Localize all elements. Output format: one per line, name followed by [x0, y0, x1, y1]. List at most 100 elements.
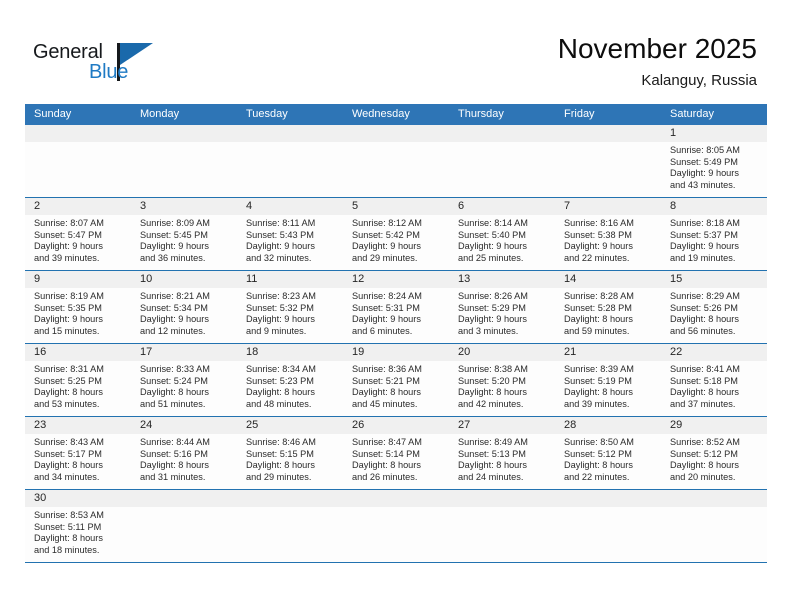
day-cell[interactable]: 27 Sunrise: 8:49 AM Sunset: 5:13 PM Dayligh…	[449, 417, 555, 489]
sunset-text: Sunset: 5:32 PM	[246, 302, 314, 313]
day-cell[interactable]: 1 Sunrise: 8:05 AM Sunset: 5:49 PM Daylight…	[661, 125, 767, 197]
day-cell[interactable]: 24 Sunrise: 8:44 AM Sunset: 5:16 PM Dayligh…	[131, 417, 237, 489]
day-cell[interactable]: 18 Sunrise: 8:34 AM Sunset: 5:23 PM Dayligh…	[237, 344, 343, 416]
day-info: Sunrise: 8:24 AM Sunset: 5:31 PM Daylight:…	[343, 288, 449, 342]
daylight-text: and 42 minutes.	[458, 398, 524, 409]
day-cell[interactable]: 20 Sunrise: 8:38 AM Sunset: 5:20 PM Dayligh…	[449, 344, 555, 416]
day-number: 7	[555, 198, 661, 215]
daylight-text: and 29 minutes.	[246, 471, 312, 482]
day-cell[interactable]: 13 Sunrise: 8:26 AM Sunset: 5:29 PM Dayligh…	[449, 271, 555, 343]
sunrise-text: Sunrise: 8:23 AM	[246, 291, 316, 301]
sunset-text: Sunset: 5:17 PM	[34, 448, 102, 459]
day-cell[interactable]: 8 Sunrise: 8:18 AM Sunset: 5:37 PM Daylight…	[661, 198, 767, 270]
day-cell-empty	[555, 125, 661, 197]
day-cell[interactable]: 10 Sunrise: 8:21 AM Sunset: 5:34 PM Dayligh…	[131, 271, 237, 343]
day-cell[interactable]: 7 Sunrise: 8:16 AM Sunset: 5:38 PM Daylight…	[555, 198, 661, 270]
sunset-text: Sunset: 5:42 PM	[352, 229, 420, 240]
day-cell[interactable]: 22 Sunrise: 8:41 AM Sunset: 5:18 PM Dayligh…	[661, 344, 767, 416]
week-row: 23 Sunrise: 8:43 AM Sunset: 5:17 PM Dayligh…	[25, 416, 767, 489]
day-number: 13	[449, 271, 555, 288]
day-info: Sunrise: 8:11 AM Sunset: 5:43 PM Daylight:…	[237, 215, 343, 269]
sunrise-text: Sunrise: 8:07 AM	[34, 218, 104, 228]
day-info: Sunrise: 8:26 AM Sunset: 5:29 PM Daylight:…	[449, 288, 555, 342]
sunset-text: Sunset: 5:23 PM	[246, 375, 314, 386]
day-cell[interactable]: 16 Sunrise: 8:31 AM Sunset: 5:25 PM Dayligh…	[25, 344, 131, 416]
sunrise-text: Sunrise: 8:43 AM	[34, 437, 104, 447]
daylight-text: Daylight: 8 hours	[564, 387, 633, 398]
sunset-text: Sunset: 5:38 PM	[564, 229, 632, 240]
day-info: Sunrise: 8:28 AM Sunset: 5:28 PM Daylight:…	[555, 288, 661, 342]
sunrise-text: Sunrise: 8:31 AM	[34, 364, 104, 374]
day-cell-empty	[131, 490, 237, 562]
sunset-text: Sunset: 5:12 PM	[670, 448, 738, 459]
day-cell[interactable]: 29 Sunrise: 8:52 AM Sunset: 5:12 PM Dayligh…	[661, 417, 767, 489]
daylight-text: and 53 minutes.	[34, 398, 100, 409]
daylight-text: and 56 minutes.	[670, 325, 736, 336]
day-number: 28	[555, 417, 661, 434]
page-subtitle: Kalanguy, Russia	[641, 72, 757, 89]
day-cell[interactable]: 26 Sunrise: 8:47 AM Sunset: 5:14 PM Dayligh…	[343, 417, 449, 489]
sunrise-text: Sunrise: 8:12 AM	[352, 218, 422, 228]
day-info: Sunrise: 8:50 AM Sunset: 5:12 PM Daylight:…	[555, 434, 661, 488]
day-cell[interactable]: 25 Sunrise: 8:46 AM Sunset: 5:15 PM Dayligh…	[237, 417, 343, 489]
day-number: 23	[25, 417, 131, 434]
day-cell[interactable]: 11 Sunrise: 8:23 AM Sunset: 5:32 PM Dayligh…	[237, 271, 343, 343]
day-number: 14	[555, 271, 661, 288]
daylight-text: and 36 minutes.	[140, 252, 206, 263]
daylight-text: Daylight: 9 hours	[670, 241, 739, 252]
day-cell[interactable]: 17 Sunrise: 8:33 AM Sunset: 5:24 PM Dayligh…	[131, 344, 237, 416]
day-info: Sunrise: 8:12 AM Sunset: 5:42 PM Daylight:…	[343, 215, 449, 269]
daylight-text: Daylight: 9 hours	[34, 314, 103, 325]
weekday-header-sunday: Sunday	[34, 108, 72, 120]
day-cell[interactable]: 2 Sunrise: 8:07 AM Sunset: 5:47 PM Daylight…	[25, 198, 131, 270]
daylight-text: Daylight: 8 hours	[140, 387, 209, 398]
day-cell[interactable]: 19 Sunrise: 8:36 AM Sunset: 5:21 PM Dayligh…	[343, 344, 449, 416]
sunset-text: Sunset: 5:37 PM	[670, 229, 738, 240]
day-info: Sunrise: 8:09 AM Sunset: 5:45 PM Daylight:…	[131, 215, 237, 269]
day-cell[interactable]: 21 Sunrise: 8:39 AM Sunset: 5:19 PM Dayligh…	[555, 344, 661, 416]
day-cell-empty	[25, 125, 131, 197]
day-cell[interactable]: 28 Sunrise: 8:50 AM Sunset: 5:12 PM Dayligh…	[555, 417, 661, 489]
day-info: Sunrise: 8:29 AM Sunset: 5:26 PM Daylight:…	[661, 288, 767, 342]
day-info: Sunrise: 8:39 AM Sunset: 5:19 PM Daylight:…	[555, 361, 661, 415]
day-cell[interactable]: 3 Sunrise: 8:09 AM Sunset: 5:45 PM Daylight…	[131, 198, 237, 270]
daylight-text: and 18 minutes.	[34, 544, 100, 555]
sunrise-text: Sunrise: 8:34 AM	[246, 364, 316, 374]
daylight-text: Daylight: 8 hours	[246, 387, 315, 398]
sunrise-text: Sunrise: 8:44 AM	[140, 437, 210, 447]
day-cell[interactable]: 15 Sunrise: 8:29 AM Sunset: 5:26 PM Dayligh…	[661, 271, 767, 343]
day-cell[interactable]: 6 Sunrise: 8:14 AM Sunset: 5:40 PM Daylight…	[449, 198, 555, 270]
day-cell[interactable]: 5 Sunrise: 8:12 AM Sunset: 5:42 PM Daylight…	[343, 198, 449, 270]
week-row: 1 Sunrise: 8:05 AM Sunset: 5:49 PM Daylight…	[25, 125, 767, 197]
daylight-text: and 37 minutes.	[670, 398, 736, 409]
weekday-header-monday: Monday	[140, 108, 180, 120]
daylight-text: and 20 minutes.	[670, 471, 736, 482]
sunrise-text: Sunrise: 8:16 AM	[564, 218, 634, 228]
daylight-text: Daylight: 9 hours	[34, 241, 103, 252]
day-cell[interactable]: 14 Sunrise: 8:28 AM Sunset: 5:28 PM Dayligh…	[555, 271, 661, 343]
page-header: General Blue November 2025 Kalanguy, Rus…	[0, 0, 792, 100]
sunset-text: Sunset: 5:28 PM	[564, 302, 632, 313]
sunset-text: Sunset: 5:26 PM	[670, 302, 738, 313]
day-cell[interactable]: 30 Sunrise: 8:53 AM Sunset: 5:11 PM Dayligh…	[25, 490, 131, 562]
general-blue-logo[interactable]: General Blue	[33, 41, 163, 89]
day-number: 10	[131, 271, 237, 288]
day-info: Sunrise: 8:31 AM Sunset: 5:25 PM Daylight:…	[25, 361, 131, 415]
day-cell[interactable]: 23 Sunrise: 8:43 AM Sunset: 5:17 PM Dayligh…	[25, 417, 131, 489]
day-info: Sunrise: 8:46 AM Sunset: 5:15 PM Daylight:…	[237, 434, 343, 488]
day-cell[interactable]: 9 Sunrise: 8:19 AM Sunset: 5:35 PM Daylight…	[25, 271, 131, 343]
daylight-text: and 59 minutes.	[564, 325, 630, 336]
day-number: 18	[237, 344, 343, 361]
day-cell[interactable]: 4 Sunrise: 8:11 AM Sunset: 5:43 PM Daylight…	[237, 198, 343, 270]
day-number: 2	[25, 198, 131, 215]
sunset-text: Sunset: 5:25 PM	[34, 375, 102, 386]
day-cell[interactable]: 12 Sunrise: 8:24 AM Sunset: 5:31 PM Dayligh…	[343, 271, 449, 343]
day-number: 15	[661, 271, 767, 288]
sunrise-text: Sunrise: 8:41 AM	[670, 364, 740, 374]
daylight-text: Daylight: 9 hours	[352, 241, 421, 252]
daylight-text: Daylight: 9 hours	[458, 241, 527, 252]
sunset-text: Sunset: 5:15 PM	[246, 448, 314, 459]
sunrise-text: Sunrise: 8:18 AM	[670, 218, 740, 228]
sunrise-text: Sunrise: 8:46 AM	[246, 437, 316, 447]
day-info: Sunrise: 8:18 AM Sunset: 5:37 PM Daylight:…	[661, 215, 767, 269]
